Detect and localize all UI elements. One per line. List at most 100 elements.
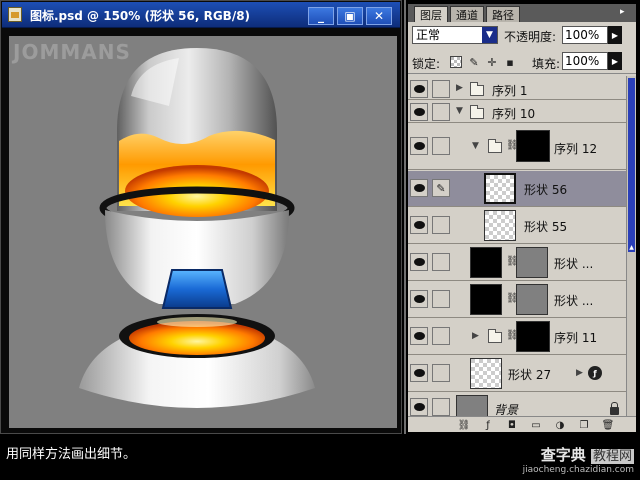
new-layer-icon[interactable]: ❐ — [578, 419, 590, 431]
adjustment-icon[interactable]: ◑ — [554, 419, 566, 431]
eye-icon[interactable] — [410, 137, 428, 155]
mask-thumbnail[interactable] — [516, 284, 548, 315]
maximize-button[interactable]: ▣ — [337, 7, 363, 25]
collapsed-arrow-icon[interactable]: ▶ — [472, 331, 479, 341]
scrollbar-thumb[interactable] — [628, 78, 635, 244]
layer-thumbnail[interactable] — [470, 358, 502, 389]
folder-icon — [488, 139, 502, 153]
layer-link-slot[interactable] — [432, 290, 450, 308]
group-mask-thumbnail[interactable] — [516, 321, 550, 352]
blend-dropdown-arrow-icon[interactable]: ▼ — [482, 27, 497, 43]
eye-icon[interactable] — [410, 327, 428, 345]
eye-icon[interactable] — [410, 179, 428, 197]
fill-value: 100% — [565, 54, 600, 68]
fill-input[interactable]: 100% ▶ — [562, 52, 622, 70]
layer-row-group-1[interactable]: ▶ 序列 1 — [408, 78, 626, 100]
layer-thumbnail[interactable] — [470, 284, 502, 315]
layer-row-shape-masked-2[interactable]: ⛓ 形状 ... — [408, 282, 626, 318]
psd-file-icon — [8, 7, 22, 22]
effects-expand-arrow-icon[interactable]: ▶ — [576, 368, 583, 378]
eye-icon[interactable] — [410, 253, 428, 271]
lock-pixels-icon[interactable]: ✎ — [468, 56, 480, 69]
layer-name: 形状 56 — [524, 183, 568, 197]
tutorial-caption: 用同样方法画出细节。 — [6, 447, 137, 462]
folder-icon — [470, 82, 484, 96]
blend-opacity-row: 正常 ▼ 不透明度: 100% ▶ — [408, 24, 636, 48]
capsule-artwork — [79, 48, 315, 408]
eye-icon[interactable] — [410, 290, 428, 308]
layer-row-group-10[interactable]: ▼ 序列 10 — [408, 101, 626, 123]
folder-icon — [488, 329, 502, 343]
layer-link-slot[interactable] — [432, 137, 450, 155]
opacity-value: 100% — [565, 28, 600, 42]
eye-icon[interactable] — [410, 103, 428, 121]
layer-thumbnail[interactable] — [484, 173, 516, 204]
expanded-arrow-icon[interactable]: ▼ — [472, 141, 479, 151]
lock-position-icon[interactable]: ✛ — [486, 56, 498, 69]
document-titlebar[interactable]: 图标.psd @ 150% (形状 56, RGB/8) _ ▣ ✕ — [2, 2, 400, 28]
minimize-button[interactable]: _ — [308, 7, 334, 25]
panel-menu-icon[interactable]: ▸ — [620, 7, 634, 19]
image-canvas[interactable]: JOMMANS — [9, 36, 397, 428]
opacity-label: 不透明度: — [504, 30, 557, 44]
lock-all-icon[interactable]: ▪ — [504, 56, 516, 69]
tab-paths[interactable]: 路径 — [486, 6, 520, 22]
layer-link-slot[interactable] — [432, 398, 450, 416]
layer-row-shape-55[interactable]: 形状 55 — [408, 208, 626, 244]
link-icon[interactable]: ⛓ — [458, 419, 471, 431]
eye-icon[interactable] — [410, 364, 428, 382]
layer-link-slot[interactable] — [432, 364, 450, 382]
trash-icon[interactable]: 🗑 — [602, 419, 615, 431]
expanded-arrow-icon[interactable]: ▼ — [456, 106, 463, 116]
collapsed-arrow-icon[interactable]: ▶ — [456, 83, 463, 93]
document-title: 图标.psd @ 150% (形状 56, RGB/8) — [30, 9, 251, 23]
group-mask-thumbnail[interactable] — [516, 130, 550, 162]
layers-panel: 图层 通道 路径 ▸ 正常 ▼ 不透明度: 100% ▶ 锁定: ✎ ✛ ▪ 填… — [404, 0, 640, 434]
layer-link-slot[interactable] — [432, 327, 450, 345]
lock-label: 锁定: — [412, 57, 441, 71]
brush-icon[interactable]: ✎ — [432, 179, 450, 197]
layer-thumbnail[interactable] — [470, 247, 502, 278]
layer-name: 形状 27 — [508, 368, 552, 382]
layer-name: 序列 1 — [492, 84, 528, 98]
tab-channels[interactable]: 通道 — [450, 6, 484, 22]
eye-icon[interactable] — [410, 398, 428, 416]
opacity-input[interactable]: 100% ▶ — [562, 26, 622, 44]
opacity-slider-arrow-icon[interactable]: ▶ — [608, 26, 622, 44]
layer-effects-icon[interactable]: ƒ — [588, 366, 602, 380]
close-button[interactable]: ✕ — [366, 7, 392, 25]
layer-link-slot[interactable] — [432, 216, 450, 234]
layer-row-group-11[interactable]: ▶ ⛓ 序列 11 — [408, 319, 626, 355]
fx-icon[interactable]: ƒ — [482, 419, 494, 431]
site-watermark-main-a: 查字典 — [540, 446, 586, 464]
lock-transparency-icon[interactable] — [450, 56, 462, 68]
new-group-icon[interactable]: ▭ — [530, 419, 542, 431]
layer-row-group-12[interactable]: ▼ ⛓ 序列 12 — [408, 124, 626, 170]
layer-name: 序列 11 — [554, 331, 598, 345]
mask-thumbnail[interactable] — [516, 247, 548, 278]
layer-row-shape-27[interactable]: 形状 27 ▶ ƒ — [408, 356, 626, 392]
mask-icon[interactable]: ◘ — [506, 419, 518, 431]
lock-fill-row: 锁定: ✎ ✛ ▪ 填充: 100% ▶ — [408, 50, 636, 74]
layer-link-slot[interactable] — [432, 80, 450, 98]
layer-name: 序列 12 — [554, 142, 598, 156]
scroll-arrow-icon[interactable]: ▲ — [628, 244, 635, 252]
fill-slider-arrow-icon[interactable]: ▶ — [608, 52, 622, 70]
layer-thumbnail[interactable] — [484, 210, 516, 241]
layer-name: 形状 ... — [554, 257, 594, 271]
blend-mode-value: 正常 — [416, 28, 441, 42]
layer-link-slot[interactable] — [432, 103, 450, 121]
layer-row-shape-masked-1[interactable]: ⛓ 形状 ... — [408, 245, 626, 281]
eye-icon[interactable] — [410, 216, 428, 234]
tab-layers[interactable]: 图层 — [414, 6, 448, 22]
layer-name: 序列 10 — [492, 107, 536, 121]
layer-link-slot[interactable] — [432, 253, 450, 271]
layers-scrollbar[interactable]: ▲ — [626, 76, 636, 416]
screenshot-stage: 图标.psd @ 150% (形状 56, RGB/8) _ ▣ ✕ JOMMA… — [0, 0, 640, 480]
layers-panel-body: 图层 通道 路径 ▸ 正常 ▼ 不透明度: 100% ▶ 锁定: ✎ ✛ ▪ 填… — [408, 4, 636, 432]
blend-mode-select[interactable]: 正常 ▼ — [412, 26, 498, 44]
layer-row-shape-56[interactable]: ✎ 形状 56 — [408, 171, 626, 207]
layer-name: 形状 55 — [524, 220, 568, 234]
panel-tabs: 图层 通道 路径 ▸ — [408, 4, 636, 22]
eye-icon[interactable] — [410, 80, 428, 98]
